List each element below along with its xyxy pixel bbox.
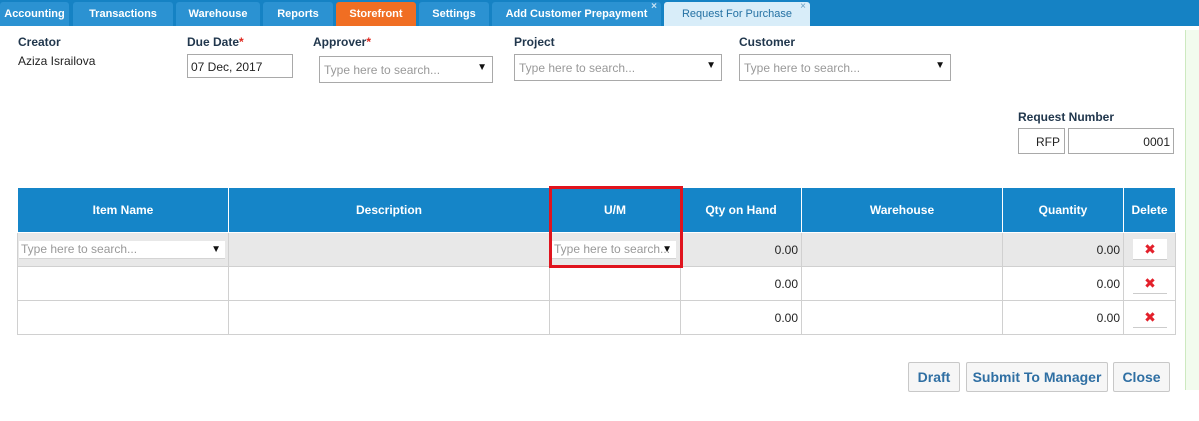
- column-header-um: U/M: [549, 187, 681, 233]
- delete-cell: ✖: [1123, 232, 1176, 267]
- customer-select[interactable]: Type here to search... ▼: [739, 54, 951, 81]
- item-name-cell[interactable]: [17, 266, 229, 301]
- close-icon[interactable]: ×: [651, 0, 657, 19]
- draft-button[interactable]: Draft: [908, 362, 960, 392]
- column-header-quantity: Quantity: [1002, 187, 1124, 233]
- approver-select[interactable]: Type here to search... ▼: [319, 56, 493, 83]
- column-header-qty-on-hand: Qty on Hand: [680, 187, 802, 233]
- vertical-scrollbar[interactable]: [1185, 30, 1199, 390]
- um-placeholder: Type here to search...: [554, 242, 671, 256]
- item-placeholder: Type here to search...: [21, 242, 138, 256]
- due-date-field[interactable]: 07 Dec, 2017: [187, 54, 293, 78]
- caret-down-icon: ▼: [211, 244, 221, 255]
- submit-to-manager-button[interactable]: Submit To Manager: [966, 362, 1108, 392]
- tab-label: Storefront: [349, 8, 403, 20]
- close-icon[interactable]: ×: [800, 0, 806, 19]
- approver-label-text: Approver: [313, 35, 367, 49]
- delete-cell: ✖: [1123, 300, 1176, 335]
- request-prefix: RFP: [1036, 135, 1060, 149]
- approver-label: Approver*: [313, 35, 371, 49]
- customer-label: Customer: [739, 35, 796, 49]
- tab-label: Add Customer Prepayment: [505, 8, 648, 20]
- quantity-cell[interactable]: 0.00: [1002, 232, 1124, 267]
- required-mark: *: [239, 35, 244, 49]
- tab-label: Request For Purchase: [681, 8, 793, 20]
- column-header-description: Description: [228, 187, 550, 233]
- tab-label: Transactions: [89, 8, 157, 20]
- tab-transactions[interactable]: Transactions: [73, 2, 173, 26]
- qty-on-hand-cell: 0.00: [680, 300, 802, 335]
- due-date-value: 07 Dec, 2017: [191, 60, 263, 74]
- required-mark: *: [366, 35, 372, 49]
- tab-warehouse[interactable]: Warehouse: [176, 2, 260, 26]
- um-cell[interactable]: Type here to search... ▼: [549, 232, 681, 267]
- creator-value: Aziza Israilova: [18, 54, 96, 68]
- delete-cell: ✖: [1123, 266, 1176, 301]
- um-search-select[interactable]: Type here to search... ▼: [552, 241, 676, 259]
- close-button[interactable]: Close: [1113, 362, 1170, 392]
- tab-request-for-purchase[interactable]: Request For Purchase ×: [664, 0, 810, 26]
- creator-label: Creator: [18, 35, 61, 49]
- table-row: 0.00 0.00 ✖: [17, 300, 1176, 335]
- tab-label: Warehouse: [188, 8, 248, 20]
- item-search-select[interactable]: Type here to search... ▼: [19, 241, 225, 259]
- table-header-row: Item Name Description U/M Qty on Hand Wa…: [17, 187, 1176, 233]
- warehouse-cell[interactable]: [801, 232, 1003, 267]
- approver-placeholder: Type here to search...: [324, 63, 441, 77]
- tab-reports[interactable]: Reports: [263, 2, 333, 26]
- tab-label: Accounting: [4, 8, 65, 20]
- tab-label: Reports: [277, 8, 319, 20]
- warehouse-cell[interactable]: [801, 300, 1003, 335]
- red-x-icon[interactable]: ✖: [1133, 307, 1167, 328]
- column-header-delete: Delete: [1123, 187, 1176, 233]
- request-prefix-field: RFP: [1018, 128, 1065, 154]
- caret-down-icon: ▼: [935, 60, 945, 71]
- description-cell[interactable]: [228, 266, 550, 301]
- description-cell[interactable]: [228, 300, 550, 335]
- customer-placeholder: Type here to search...: [744, 61, 861, 75]
- quantity-cell[interactable]: 0.00: [1002, 266, 1124, 301]
- qty-on-hand-cell: 0.00: [680, 232, 802, 267]
- project-label: Project: [514, 35, 555, 49]
- table-row: Type here to search... ▼ Type here to se…: [17, 232, 1176, 267]
- caret-down-icon: ▼: [477, 62, 487, 73]
- warehouse-cell[interactable]: [801, 266, 1003, 301]
- description-cell[interactable]: [228, 232, 550, 267]
- caret-down-icon: ▼: [662, 244, 672, 255]
- tab-storefront[interactable]: Storefront: [336, 2, 416, 26]
- um-cell[interactable]: [549, 266, 681, 301]
- tab-accounting[interactable]: Accounting: [0, 2, 69, 26]
- red-x-icon[interactable]: ✖: [1133, 239, 1167, 260]
- caret-down-icon: ▼: [706, 60, 716, 71]
- request-number-field[interactable]: 0001: [1068, 128, 1174, 154]
- item-name-cell[interactable]: Type here to search... ▼: [17, 232, 229, 267]
- project-placeholder: Type here to search...: [519, 61, 636, 75]
- request-number-label: Request Number: [1018, 110, 1115, 124]
- qty-on-hand-cell: 0.00: [680, 266, 802, 301]
- due-date-label: Due Date*: [187, 35, 244, 49]
- quantity-cell[interactable]: 0.00: [1002, 300, 1124, 335]
- tab-bar: Accounting Transactions Warehouse Report…: [0, 0, 1199, 26]
- items-table: Item Name Description U/M Qty on Hand Wa…: [17, 187, 1176, 335]
- tab-label: Settings: [432, 8, 476, 20]
- tab-settings[interactable]: Settings: [419, 2, 489, 26]
- request-number: 0001: [1143, 135, 1170, 149]
- item-name-cell[interactable]: [17, 300, 229, 335]
- red-x-icon[interactable]: ✖: [1133, 273, 1167, 294]
- project-select[interactable]: Type here to search... ▼: [514, 54, 722, 81]
- tab-add-customer-prepayment[interactable]: Add Customer Prepayment ×: [492, 0, 661, 26]
- table-row: 0.00 0.00 ✖: [17, 266, 1176, 301]
- column-header-item-name: Item Name: [17, 187, 229, 233]
- column-header-warehouse: Warehouse: [801, 187, 1003, 233]
- due-date-label-text: Due Date: [187, 35, 240, 49]
- um-cell[interactable]: [549, 300, 681, 335]
